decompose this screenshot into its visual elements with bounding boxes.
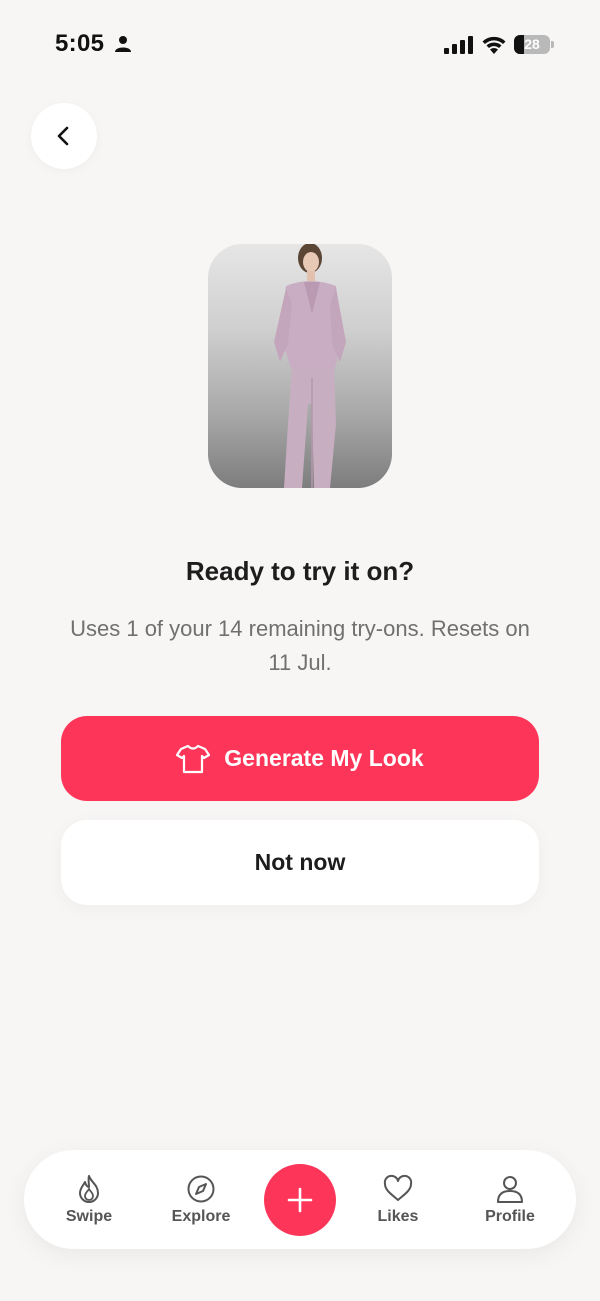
add-button[interactable] bbox=[264, 1164, 336, 1236]
battery-level: 28 bbox=[524, 36, 540, 52]
wifi-icon bbox=[482, 36, 506, 54]
modal-title: Ready to try it on? bbox=[185, 556, 415, 586]
heart-icon bbox=[383, 1174, 413, 1201]
status-time: 5:05 bbox=[55, 30, 105, 57]
person-status-icon bbox=[115, 36, 131, 52]
chevron-left-icon bbox=[57, 126, 69, 146]
not-now-button[interactable]: Not now bbox=[61, 820, 539, 905]
generate-my-look-label: Generate My Look bbox=[224, 745, 424, 771]
nav-label-swipe: Swipe bbox=[65, 1207, 113, 1225]
tshirt-icon bbox=[176, 744, 211, 773]
product-image bbox=[208, 244, 392, 488]
person-icon bbox=[497, 1175, 523, 1203]
nav-item-explore[interactable]: Explore bbox=[151, 1150, 251, 1249]
nav-label-profile: Profile bbox=[485, 1207, 535, 1225]
nav-item-profile[interactable]: Profile bbox=[460, 1150, 560, 1249]
compass-icon bbox=[187, 1175, 215, 1202]
generate-my-look-button[interactable]: Generate My Look bbox=[61, 716, 539, 801]
battery-indicator: 28 bbox=[514, 35, 554, 54]
flame-icon bbox=[79, 1174, 99, 1203]
bottom-nav: Swipe Explore Likes Profile bbox=[24, 1150, 576, 1249]
back-button[interactable] bbox=[31, 103, 97, 169]
outfit-photo bbox=[274, 244, 346, 488]
nav-label-likes: Likes bbox=[377, 1207, 419, 1225]
modal-subtitle: Uses 1 of your 14 remaining try-ons. Res… bbox=[70, 616, 530, 675]
nav-item-swipe[interactable]: Swipe bbox=[39, 1150, 139, 1249]
not-now-label: Not now bbox=[254, 849, 346, 875]
cellular-signal-icon bbox=[444, 36, 473, 54]
plus-icon bbox=[287, 1187, 313, 1213]
nav-item-likes[interactable]: Likes bbox=[348, 1150, 448, 1249]
nav-label-explore: Explore bbox=[171, 1207, 231, 1225]
status-bar: 5:05 28 bbox=[0, 0, 600, 90]
